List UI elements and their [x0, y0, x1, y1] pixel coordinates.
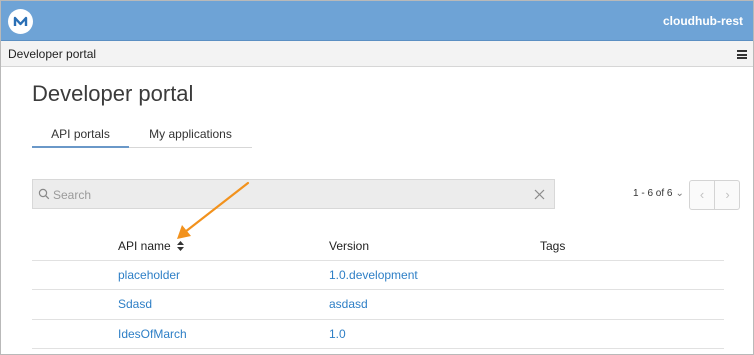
org-name[interactable]: cloudhub-rest: [663, 14, 743, 28]
logo-m-icon: [10, 11, 31, 32]
row-divider: [32, 319, 724, 320]
search-icon: [38, 188, 50, 200]
breadcrumb: Developer portal: [8, 47, 97, 61]
api-version-link[interactable]: 1.0: [329, 327, 346, 341]
clear-icon[interactable]: [534, 189, 545, 200]
hamburger-menu-icon[interactable]: [737, 50, 747, 59]
pagination-buttons: ‹ ›: [689, 180, 740, 210]
api-name-link[interactable]: Sdasd: [118, 297, 152, 311]
page-title: Developer portal: [32, 81, 194, 106]
api-version-link[interactable]: 1.0.development: [329, 268, 418, 282]
top-app-bar: cloudhub-rest: [1, 1, 753, 41]
secondary-bar: Developer portal: [1, 41, 753, 67]
sort-icon[interactable]: [177, 241, 185, 251]
api-name-link[interactable]: placeholder: [118, 268, 180, 282]
previous-page-button[interactable]: ‹: [690, 181, 715, 209]
pagination-range: 1 - 6 of 6: [633, 188, 673, 199]
column-header-tags: Tags: [540, 239, 566, 253]
api-version-link[interactable]: asdasd: [329, 297, 368, 311]
column-header-version: Version: [329, 239, 370, 253]
pagination-range-dropdown[interactable]: 1 - 6 of 6 ⌄: [633, 188, 684, 199]
search-bar: [32, 179, 555, 209]
column-header-label: API name: [118, 239, 171, 253]
tab-my-applications[interactable]: My applications: [129, 122, 252, 148]
column-header-api-name[interactable]: API name: [118, 239, 185, 253]
api-name-link[interactable]: IdesOfMarch: [118, 327, 187, 341]
chevron-down-icon: ⌄: [675, 188, 684, 199]
search-input[interactable]: [53, 185, 533, 205]
mulesoft-logo[interactable]: [8, 9, 33, 34]
tab-api-portals[interactable]: API portals: [32, 122, 129, 148]
row-divider: [32, 260, 724, 261]
row-divider: [32, 348, 724, 349]
next-page-button[interactable]: ›: [715, 181, 740, 209]
app-window: cloudhub-rest Developer portal Developer…: [0, 0, 754, 355]
row-divider: [32, 289, 724, 290]
tab-bar: API portals My applications: [32, 122, 252, 148]
